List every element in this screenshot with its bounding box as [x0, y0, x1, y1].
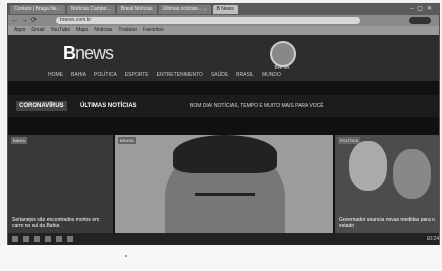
desk-surface [0, 245, 442, 271]
ticker-label[interactable]: ÚLTIMAS NOTÍCIAS [80, 103, 137, 109]
browser-tab[interactable]: Brasil Notícias [116, 5, 157, 14]
bookmark-item[interactable]: Notícias [94, 26, 112, 35]
menu-item[interactable]: ENTRETENIMENTO [157, 72, 203, 78]
featured-photo-hair [173, 135, 277, 173]
news-card-featured[interactable]: BRASIL [115, 135, 333, 245]
nav-buttons-icon[interactable]: ←→⟳ [11, 16, 40, 24]
ticker-tag[interactable]: CORONAVÍRUS [16, 101, 67, 111]
window-controls[interactable]: –▢✕ [410, 5, 436, 12]
site-logo[interactable]: Bnews [63, 43, 114, 64]
browser-tab[interactable]: Últimas notícias - ... [158, 5, 211, 14]
card-label: BRASIL [118, 137, 137, 144]
seal-label: BAHIA [274, 65, 290, 71]
desk-speck [125, 255, 127, 257]
ticker-headline[interactable]: BOM DIA! NOTÍCIAS, TEMPO E MUITO MAIS PA… [190, 103, 324, 109]
browser-tab[interactable]: Notícias Campo... [66, 5, 115, 14]
address-bar-row: ←→⟳ bnews.com.br [8, 15, 439, 26]
card-title[interactable]: Governador anuncia novas medidas para o … [339, 217, 435, 229]
monitor: Contato | Braga Ne... Notícias Campo... … [7, 3, 440, 246]
card-title[interactable]: Sertanejos são encontrados mortos em car… [12, 217, 109, 229]
menu-item[interactable]: SAÚDE [211, 72, 228, 78]
card-label: BAHIA [11, 137, 28, 144]
start-icon[interactable] [12, 236, 18, 242]
news-card[interactable]: BAHIA Sertanejos são encontrados mortos … [8, 135, 113, 245]
taskbar: 10:24 [8, 233, 439, 245]
card-photo [393, 149, 431, 199]
profile-button[interactable] [409, 17, 431, 24]
bookmark-item[interactable]: Tradutor [118, 26, 137, 35]
bookmark-item[interactable]: YouTube [50, 26, 70, 35]
taskbar-app-icon[interactable] [23, 236, 29, 242]
tab-strip: Contato | Braga Ne... Notícias Campo... … [8, 4, 439, 15]
taskbar-app-icon[interactable] [34, 236, 40, 242]
bookmarks-bar: Apps Gmail YouTube Maps Notícias Traduto… [8, 26, 439, 35]
featured-photo-eyes [195, 193, 255, 202]
url-input[interactable]: bnews.com.br [56, 17, 360, 24]
menu-item[interactable]: MUNDO [262, 72, 281, 78]
card-photo [349, 141, 387, 191]
main-menu: HOME BAHIA POLÍTICA ESPORTE ENTRETENIMEN… [48, 72, 281, 78]
news-grid: BAHIA Sertanejos são encontrados mortos … [8, 135, 439, 245]
bookmark-item[interactable]: Favoritos [143, 26, 164, 35]
site-header: Bnews BAHIA HOME BAHIA POLÍTICA ESPORTE … [8, 35, 439, 81]
menu-item[interactable]: POLÍTICA [94, 72, 117, 78]
menu-item[interactable]: BRASIL [236, 72, 254, 78]
menu-item[interactable]: ESPORTE [125, 72, 149, 78]
news-ticker: CORONAVÍRUS ÚLTIMAS NOTÍCIAS BOM DIA! NO… [8, 95, 439, 117]
website: Bnews BAHIA HOME BAHIA POLÍTICA ESPORTE … [8, 35, 439, 245]
bookmark-item[interactable]: Gmail [31, 26, 44, 35]
menu-item[interactable]: HOME [48, 72, 63, 78]
browser-tab-active[interactable]: B News [212, 5, 238, 14]
taskbar-app-icon[interactable] [45, 236, 51, 242]
bookmark-item[interactable]: Apps [14, 26, 25, 35]
browser-tab[interactable]: Contato | Braga Ne... [10, 5, 65, 14]
bookmark-item[interactable]: Maps [76, 26, 88, 35]
state-seal-icon [270, 41, 296, 67]
taskbar-app-icon[interactable] [56, 236, 62, 242]
news-card[interactable]: POLÍTICA Governador anuncia novas medida… [335, 135, 439, 245]
taskbar-app-icon[interactable] [67, 236, 73, 242]
taskbar-clock: 10:24 [426, 236, 439, 242]
menu-item[interactable]: BAHIA [71, 72, 86, 78]
screen-photo: Contato | Braga Ne... Notícias Campo... … [0, 0, 442, 271]
